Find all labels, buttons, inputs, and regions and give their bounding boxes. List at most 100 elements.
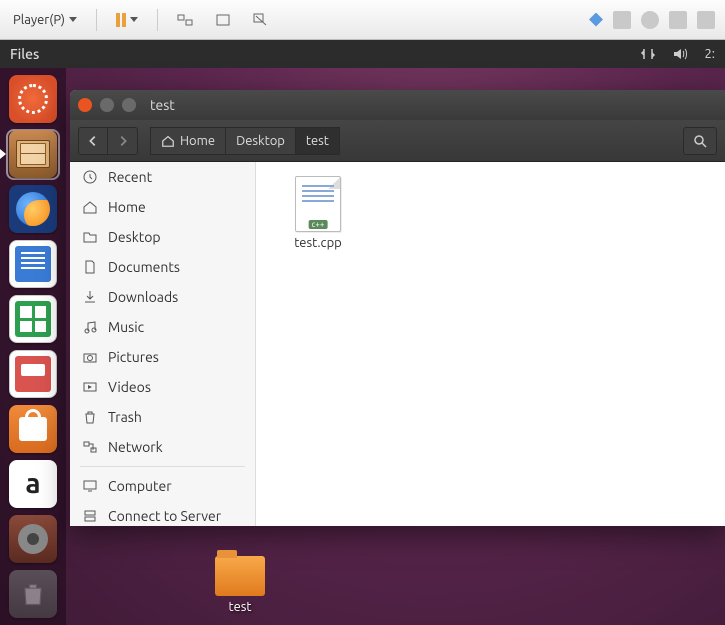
launcher-writer[interactable]	[6, 239, 60, 290]
launcher-files[interactable]	[6, 129, 60, 180]
chevron-down-icon	[130, 17, 138, 22]
vm-player-menu[interactable]: Player(P)	[6, 9, 84, 31]
home-icon	[82, 199, 98, 215]
side-videos[interactable]: Videos	[70, 372, 255, 402]
sidebar-item-label: Documents	[108, 259, 180, 275]
vm-fullscreen-button[interactable]	[208, 8, 238, 32]
nautilus-content[interactable]: c++ test.cpp	[256, 162, 725, 526]
sidebar-item-label: Pictures	[108, 349, 159, 365]
side-recent[interactable]: Recent	[70, 162, 255, 192]
keys-icon	[177, 12, 193, 28]
fullscreen-icon	[215, 12, 231, 28]
vm-expand-icon[interactable]	[697, 11, 715, 29]
cpp-file-icon: c++	[295, 176, 341, 232]
file-test-cpp[interactable]: c++ test.cpp	[270, 176, 366, 250]
sidebar-item-label: Network	[108, 439, 163, 455]
sidebar-item-label: Recent	[108, 169, 152, 185]
vm-send-keys-button[interactable]	[170, 8, 200, 32]
clock-icon	[82, 169, 98, 185]
sidebar-item-label: Home	[108, 199, 146, 215]
network-indicator-icon[interactable]	[640, 46, 656, 62]
pause-icon	[116, 13, 126, 27]
software-center-icon	[19, 417, 47, 441]
trash-icon	[82, 409, 98, 425]
crumb-label: test	[306, 134, 329, 148]
server-icon	[82, 508, 98, 524]
side-computer[interactable]: Computer	[70, 471, 255, 501]
launcher-software[interactable]	[6, 403, 60, 454]
ubuntu-top-panel: Files 2:	[0, 40, 725, 68]
side-trash[interactable]: Trash	[70, 402, 255, 432]
sidebar-item-label: Downloads	[108, 289, 178, 305]
side-pictures[interactable]: Pictures	[70, 342, 255, 372]
nautilus-window: test Home Desktop test	[70, 90, 725, 526]
crumb-label: Desktop	[236, 134, 285, 148]
vm-unity-button[interactable]	[246, 8, 276, 32]
trash-icon	[19, 580, 47, 608]
chevron-right-icon	[116, 134, 130, 148]
unity-mode-icon	[253, 12, 269, 28]
player-menu-label: Player(P)	[13, 13, 65, 27]
sidebar-item-label: Music	[108, 319, 144, 335]
sidebar-item-label: Videos	[108, 379, 151, 395]
launcher-calc[interactable]	[6, 294, 60, 345]
chevron-down-icon	[69, 17, 77, 22]
desktop-folder-test[interactable]: test	[200, 556, 280, 614]
vm-printer-icon[interactable]	[613, 11, 631, 29]
launcher-amazon[interactable]: a	[6, 458, 60, 509]
side-network[interactable]: Network	[70, 432, 255, 462]
impress-icon	[15, 356, 51, 392]
network-icon	[82, 439, 98, 455]
vm-disc-icon[interactable]	[641, 11, 659, 29]
search-button[interactable]	[683, 127, 717, 155]
vm-pause-button[interactable]	[109, 9, 145, 31]
launcher-settings[interactable]	[6, 513, 60, 564]
music-icon	[82, 319, 98, 335]
sidebar-item-label: Connect to Server	[108, 508, 221, 524]
panel-app-title: Files	[10, 46, 39, 62]
vm-hdd-icon[interactable]	[669, 11, 687, 29]
unity-launcher: a	[0, 68, 66, 625]
gear-icon	[18, 524, 48, 554]
window-minimize-button[interactable]	[100, 98, 114, 112]
dash-icon	[18, 84, 48, 114]
chevron-left-icon	[86, 134, 100, 148]
breadcrumb: Home Desktop test	[150, 127, 340, 155]
crumb-test[interactable]: test	[296, 127, 340, 155]
files-app-icon	[16, 140, 50, 168]
side-music[interactable]: Music	[70, 312, 255, 342]
side-home[interactable]: Home	[70, 192, 255, 222]
folder-icon	[215, 556, 265, 596]
sidebar-item-label: Computer	[108, 478, 172, 494]
separator	[96, 9, 97, 31]
sidebar-item-label: Desktop	[108, 229, 161, 245]
file-label: test.cpp	[294, 236, 342, 250]
home-icon	[161, 134, 175, 148]
launcher-dash[interactable]	[6, 74, 60, 125]
launcher-trash[interactable]	[6, 568, 60, 619]
panel-time[interactable]: 2:	[704, 47, 715, 61]
crumb-home[interactable]: Home	[150, 127, 226, 155]
window-maximize-button[interactable]	[122, 98, 136, 112]
sidebar-item-label: Trash	[108, 409, 142, 425]
camera-icon	[82, 349, 98, 365]
desktop-folder-label: test	[228, 600, 251, 614]
video-icon	[82, 379, 98, 395]
crumb-label: Home	[180, 134, 215, 148]
crumb-desktop[interactable]: Desktop	[226, 127, 296, 155]
window-close-button[interactable]	[78, 98, 92, 112]
window-title: test	[150, 97, 175, 113]
vm-status-icon[interactable]	[589, 13, 603, 27]
side-desktop[interactable]: Desktop	[70, 222, 255, 252]
nav-forward-button[interactable]	[108, 127, 138, 155]
side-connect[interactable]: Connect to Server	[70, 501, 255, 526]
side-documents[interactable]: Documents	[70, 252, 255, 282]
nav-back-button[interactable]	[78, 127, 108, 155]
window-titlebar[interactable]: test	[70, 90, 725, 120]
side-downloads[interactable]: Downloads	[70, 282, 255, 312]
sound-indicator-icon[interactable]	[672, 46, 688, 62]
launcher-impress[interactable]	[6, 349, 60, 400]
desktop-area: a test Home Desktop	[0, 68, 725, 625]
download-icon	[82, 289, 98, 305]
launcher-firefox[interactable]	[6, 184, 60, 235]
